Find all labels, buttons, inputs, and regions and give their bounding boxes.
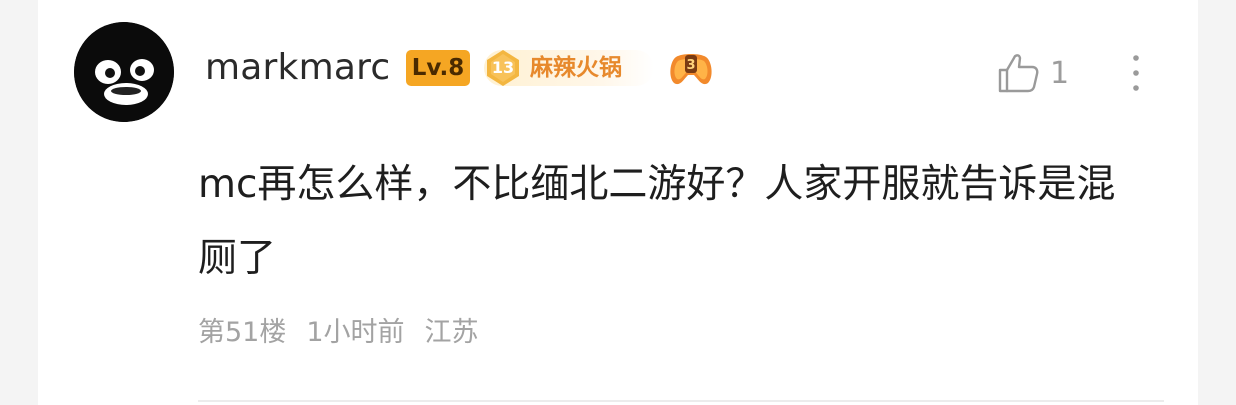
- like-count: 1: [1050, 56, 1070, 91]
- thumbs-up-icon: [998, 54, 1039, 93]
- vertical-ellipsis-icon[interactable]: [1128, 52, 1144, 94]
- post-time: 1小时前: [306, 317, 405, 348]
- gamepad-medal-icon: 3: [668, 47, 714, 89]
- username[interactable]: markmarc: [205, 44, 390, 92]
- penguin-avatar-icon: [74, 22, 174, 122]
- location: 江苏: [424, 317, 479, 348]
- comment-card: markmarc Lv.8 13 麻辣火锅 3 1 mc再怎么样，不比缅北二游好…: [38, 0, 1198, 405]
- user-level-badge: Lv.8: [406, 50, 470, 86]
- comment-text: mc再怎么样，不比缅北二游好？人家开服就告诉是混厕了: [198, 162, 1116, 281]
- comment-meta: 第51楼 1小时前 江苏: [198, 313, 499, 353]
- medal-label: 3: [686, 58, 695, 73]
- fan-badge[interactable]: 13 麻辣火锅: [484, 50, 654, 86]
- user-avatar[interactable]: [74, 22, 174, 122]
- fan-level-number: 13: [491, 58, 515, 77]
- fan-level-icon: 13: [484, 49, 522, 87]
- floor-number: 第51楼: [198, 317, 287, 348]
- fan-badge-name: 麻辣火锅: [530, 55, 622, 81]
- divider: [198, 400, 1164, 402]
